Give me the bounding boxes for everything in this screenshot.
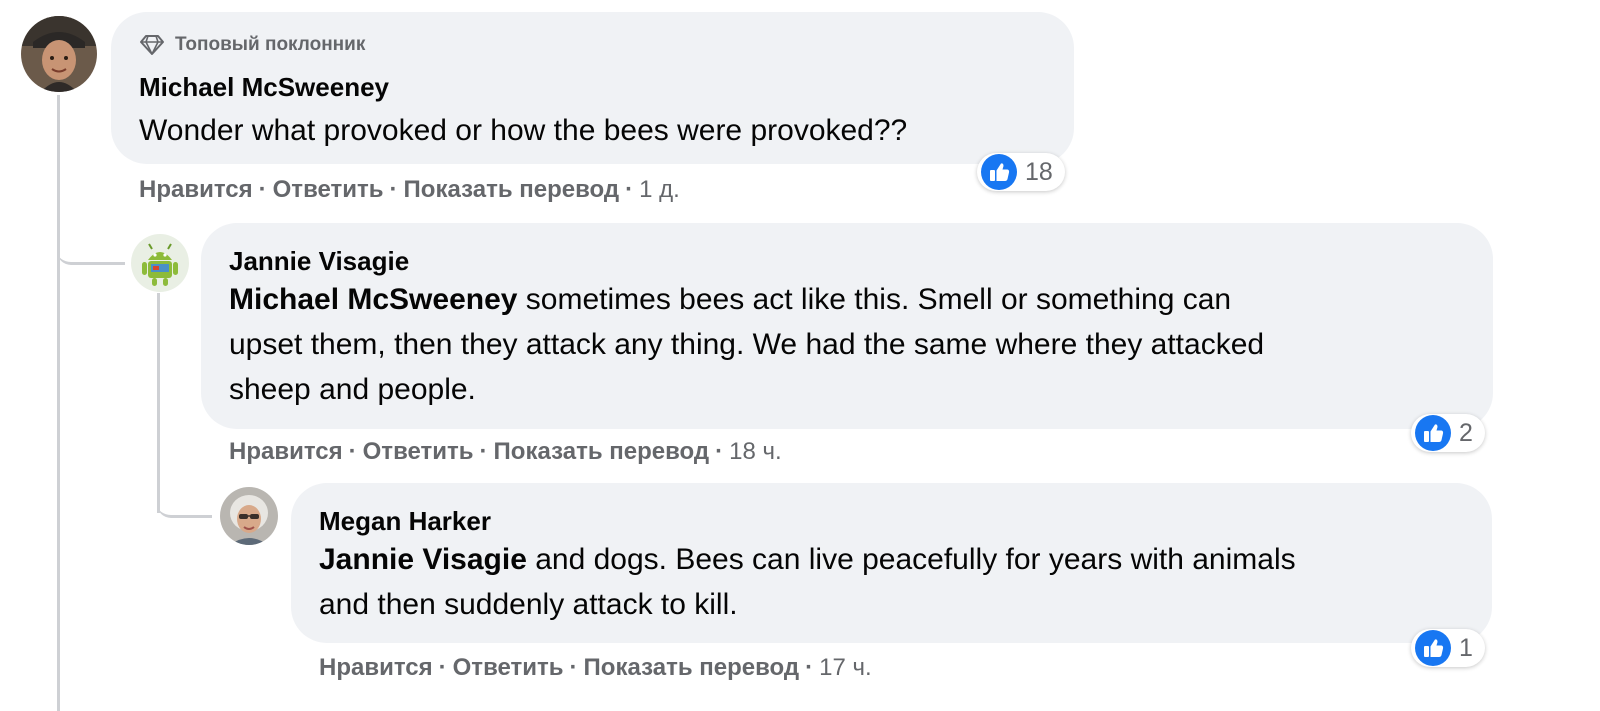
thread-line-main xyxy=(57,95,60,711)
timestamp[interactable]: 1 д. xyxy=(639,176,680,204)
show-translation-button[interactable]: Показать перевод xyxy=(404,176,620,204)
thread-connector-reply-2 xyxy=(157,483,212,518)
timestamp[interactable]: 17 ч. xyxy=(819,654,872,682)
comment-bubble-3: Megan Harker Jannie Visagie and dogs. Be… xyxy=(291,483,1492,643)
comment-text: Wonder what provoked or how the bees wer… xyxy=(139,114,908,147)
thread-line-reply xyxy=(157,293,160,513)
mention-link[interactable]: Michael McSweeney xyxy=(229,283,517,316)
comment-author[interactable]: Jannie Visagie xyxy=(229,246,409,277)
like-button[interactable]: Нравится xyxy=(229,438,343,466)
reply-button[interactable]: Ответить xyxy=(453,654,564,682)
diamond-icon xyxy=(140,35,164,55)
comment-actions-1: Нравится · Ответить · Показать перевод ·… xyxy=(139,176,680,204)
reaction-count-2[interactable]: 2 xyxy=(1411,414,1485,452)
comment-bubble-1: Топовый поклонник Michael McSweeney Wond… xyxy=(111,12,1074,164)
avatar-megan[interactable] xyxy=(220,487,278,545)
like-button[interactable]: Нравится xyxy=(139,176,253,204)
like-icon xyxy=(981,154,1017,190)
separator: · xyxy=(805,654,814,681)
avatar-michael[interactable] xyxy=(21,16,97,92)
separator: · xyxy=(625,176,634,203)
comment-actions-3: Нравится · Ответить · Показать перевод ·… xyxy=(319,654,872,682)
reaction-count: 1 xyxy=(1459,633,1473,662)
separator: · xyxy=(569,654,578,681)
like-icon xyxy=(1415,630,1451,666)
separator: · xyxy=(348,438,357,465)
separator: · xyxy=(258,176,267,203)
comment-text: Jannie Visagie and dogs. Bees can live p… xyxy=(319,537,1296,627)
reply-button[interactable]: Ответить xyxy=(273,176,384,204)
reaction-count-1[interactable]: 18 xyxy=(977,153,1065,191)
separator: · xyxy=(479,438,488,465)
comment-thread: Топовый поклонник Michael McSweeney Wond… xyxy=(0,0,1600,711)
show-translation-button[interactable]: Показать перевод xyxy=(584,654,800,682)
comment-text-line: upset them, then they attack any thing. … xyxy=(229,328,1265,361)
comment-author[interactable]: Michael McSweeney xyxy=(139,72,389,103)
comment-author[interactable]: Megan Harker xyxy=(319,506,491,537)
comment-bubble-2: Jannie Visagie Michael McSweeney sometim… xyxy=(201,223,1493,429)
thread-connector-reply-1 xyxy=(57,228,125,265)
mention-link[interactable]: Jannie Visagie xyxy=(319,543,527,576)
comment-actions-2: Нравится · Ответить · Показать перевод ·… xyxy=(229,438,782,466)
reaction-count: 2 xyxy=(1459,418,1473,447)
separator: · xyxy=(438,654,447,681)
like-icon xyxy=(1415,415,1451,451)
separator: · xyxy=(389,176,398,203)
avatar-jannie[interactable] xyxy=(131,234,189,292)
comment-text-line: sometimes bees act like this. Smell or s… xyxy=(517,283,1232,316)
like-button[interactable]: Нравится xyxy=(319,654,433,682)
badge-label: Топовый поклонник xyxy=(175,34,366,55)
comment-text: Michael McSweeney sometimes bees act lik… xyxy=(229,277,1264,412)
show-translation-button[interactable]: Показать перевод xyxy=(494,438,710,466)
separator: · xyxy=(715,438,724,465)
comment-text-line: and dogs. Bees can live peacefully for y… xyxy=(526,543,1296,576)
reply-button[interactable]: Ответить xyxy=(363,438,474,466)
reaction-count: 18 xyxy=(1025,157,1053,186)
timestamp[interactable]: 18 ч. xyxy=(729,438,782,466)
comment-text-line: and then suddenly attack to kill. xyxy=(319,588,738,621)
comment-text-line: sheep and people. xyxy=(229,373,476,406)
top-fan-badge[interactable]: Топовый поклонник xyxy=(139,34,365,56)
reaction-count-3[interactable]: 1 xyxy=(1411,629,1485,667)
